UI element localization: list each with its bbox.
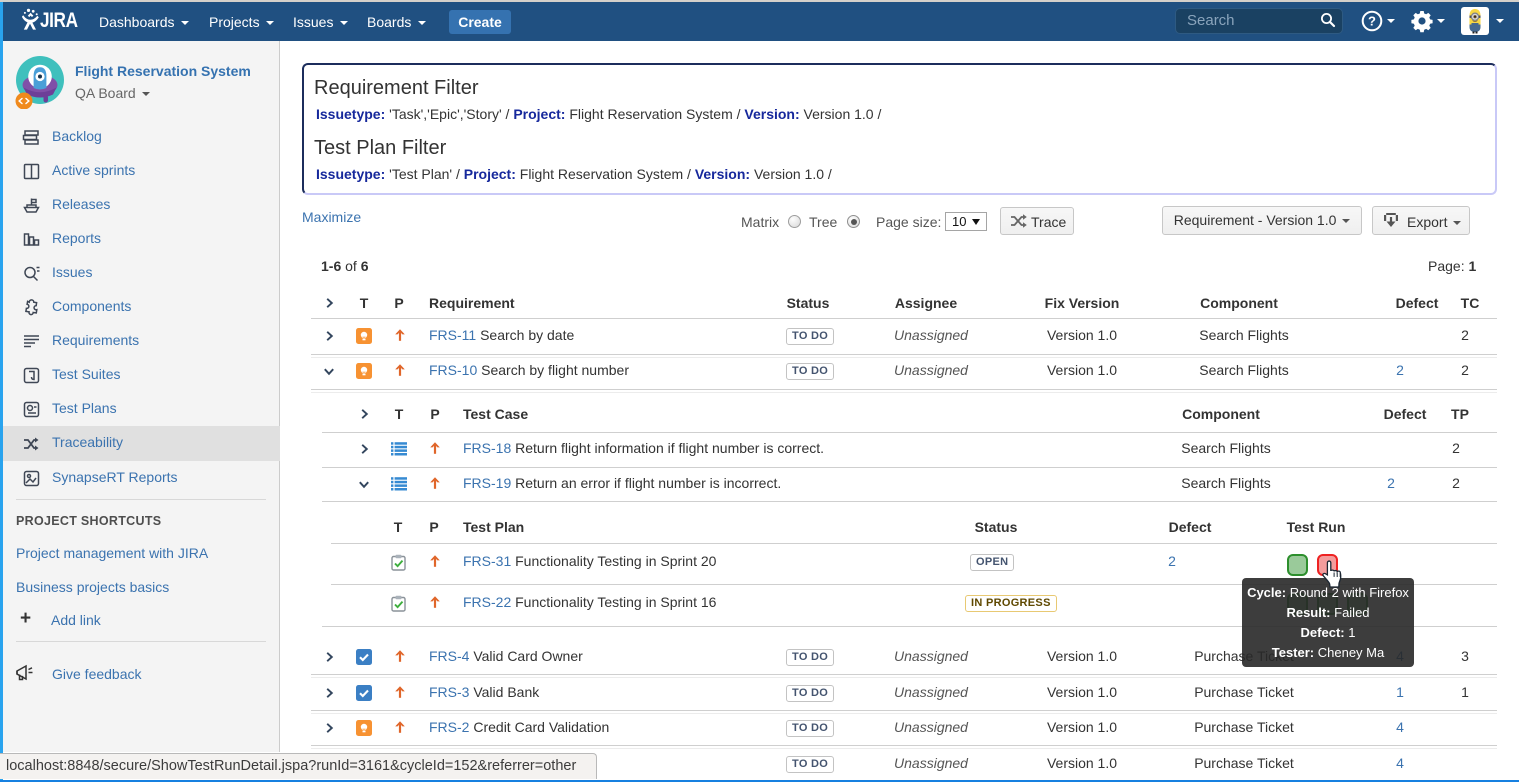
svg-text:?: ? (1368, 14, 1376, 29)
